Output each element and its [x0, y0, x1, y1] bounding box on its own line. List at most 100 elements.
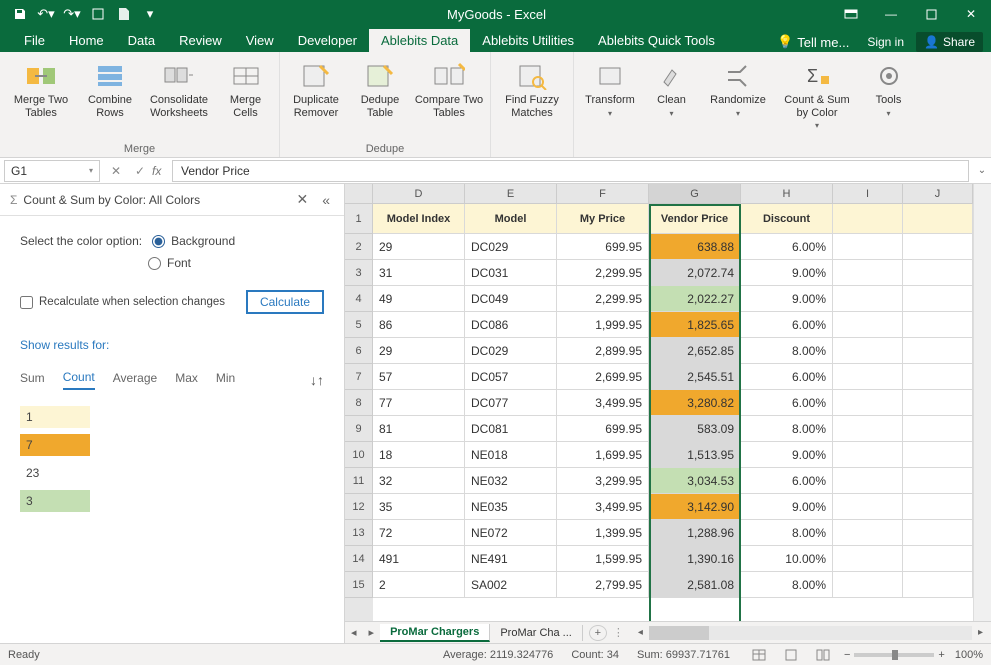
cell[interactable]: 2,699.95 — [557, 364, 649, 390]
cell[interactable]: 86 — [373, 312, 465, 338]
cell[interactable]: 32 — [373, 468, 465, 494]
cell[interactable]: DC081 — [465, 416, 557, 442]
cell[interactable] — [833, 416, 903, 442]
cell[interactable] — [833, 234, 903, 260]
zoom-level[interactable]: 100% — [955, 649, 983, 661]
cell[interactable]: 6.00% — [741, 312, 833, 338]
cell[interactable] — [903, 260, 973, 286]
cancel-formula-icon[interactable]: ✕ — [104, 164, 128, 178]
cell[interactable] — [833, 546, 903, 572]
redo-icon[interactable]: ↷▾ — [60, 2, 84, 26]
stat-max[interactable]: Max — [175, 371, 198, 389]
name-box[interactable]: G1▾ — [4, 160, 100, 182]
cell[interactable]: 29 — [373, 234, 465, 260]
row-header[interactable]: 10 — [345, 442, 373, 468]
scroll-left-icon[interactable]: ◂ — [636, 627, 645, 638]
cell[interactable]: 3,299.95 — [557, 468, 649, 494]
add-sheet-icon[interactable]: + — [589, 625, 607, 641]
cell[interactable] — [833, 572, 903, 598]
ribbon-options-icon[interactable] — [831, 0, 871, 28]
cell[interactable]: 3,499.95 — [557, 494, 649, 520]
cell[interactable]: 9.00% — [741, 286, 833, 312]
result-row[interactable]: 7 — [20, 432, 324, 458]
cell[interactable]: 18 — [373, 442, 465, 468]
clean-button[interactable]: Clean▾ — [644, 56, 699, 153]
option-font[interactable]: Font — [148, 256, 191, 270]
header-cell[interactable]: Vendor Price — [649, 204, 741, 234]
cell[interactable] — [903, 286, 973, 312]
row-header[interactable]: 4 — [345, 286, 373, 312]
sheet-nav-next-icon[interactable]: ▸ — [363, 626, 381, 639]
tab-ablebits-quick-tools[interactable]: Ablebits Quick Tools — [586, 29, 727, 52]
cell[interactable]: 31 — [373, 260, 465, 286]
cell[interactable] — [903, 312, 973, 338]
cell[interactable] — [903, 416, 973, 442]
cell[interactable]: 1,699.95 — [557, 442, 649, 468]
cell[interactable]: 77 — [373, 390, 465, 416]
header-cell[interactable]: Discount — [741, 204, 833, 234]
cell[interactable]: 8.00% — [741, 338, 833, 364]
count-sum-by-color-button[interactable]: ΣCount & Sum by Color▾ — [777, 56, 857, 153]
cell[interactable]: DC031 — [465, 260, 557, 286]
merge-cells-button[interactable]: Merge Cells — [218, 56, 273, 141]
stat-count[interactable]: Count — [63, 370, 95, 390]
row-header[interactable]: 11 — [345, 468, 373, 494]
cell[interactable] — [903, 546, 973, 572]
combine-rows-button[interactable]: Combine Rows — [80, 56, 140, 141]
cell[interactable]: 2,652.85 — [649, 338, 741, 364]
cell[interactable] — [903, 468, 973, 494]
cell[interactable] — [833, 468, 903, 494]
cell[interactable]: 1,390.16 — [649, 546, 741, 572]
formula-input[interactable]: Vendor Price — [172, 160, 969, 182]
cell[interactable] — [833, 204, 903, 234]
zoom-in-icon[interactable]: + — [938, 649, 944, 661]
cell[interactable]: 9.00% — [741, 260, 833, 286]
merge-two-tables-button[interactable]: Merge Two Tables — [6, 56, 76, 141]
tab-ablebits-utilities[interactable]: Ablebits Utilities — [470, 29, 586, 52]
cell[interactable]: 2,581.08 — [649, 572, 741, 598]
fx-icon[interactable]: fx — [152, 164, 172, 178]
cell[interactable] — [903, 572, 973, 598]
cell[interactable] — [833, 260, 903, 286]
compare-two-tables-button[interactable]: Compare Two Tables — [414, 56, 484, 141]
scroll-right-icon[interactable]: ▸ — [976, 627, 985, 638]
cell[interactable]: 2,799.95 — [557, 572, 649, 598]
sheet-tab[interactable]: ProMar Cha ... — [490, 625, 583, 641]
cell[interactable]: 2,072.74 — [649, 260, 741, 286]
cell[interactable]: 6.00% — [741, 364, 833, 390]
cell[interactable]: 6.00% — [741, 390, 833, 416]
cell[interactable]: NE035 — [465, 494, 557, 520]
column-header[interactable]: H — [741, 184, 833, 204]
row-header[interactable]: 6 — [345, 338, 373, 364]
minimize-icon[interactable]: — — [871, 0, 911, 28]
cell[interactable] — [833, 338, 903, 364]
cell[interactable]: 8.00% — [741, 572, 833, 598]
cell[interactable] — [833, 364, 903, 390]
cell[interactable]: 699.95 — [557, 416, 649, 442]
cell[interactable]: 1,999.95 — [557, 312, 649, 338]
row-header[interactable]: 8 — [345, 390, 373, 416]
dedupe-table-button[interactable]: Dedupe Table — [350, 56, 410, 141]
row-header[interactable]: 12 — [345, 494, 373, 520]
tab-ablebits-data[interactable]: Ablebits Data — [369, 29, 470, 52]
zoom-out-icon[interactable]: − — [844, 649, 850, 661]
cell[interactable]: 81 — [373, 416, 465, 442]
row-header[interactable]: 2 — [345, 234, 373, 260]
transform-button[interactable]: Transform▾ — [580, 56, 640, 153]
cell[interactable]: DC057 — [465, 364, 557, 390]
result-row[interactable]: 23 — [20, 460, 324, 486]
cell[interactable]: NE072 — [465, 520, 557, 546]
row-header[interactable]: 5 — [345, 312, 373, 338]
tab-file[interactable]: File — [12, 29, 57, 52]
cell[interactable]: 10.00% — [741, 546, 833, 572]
pane-collapse-icon[interactable]: « — [318, 192, 334, 208]
cell[interactable]: 2 — [373, 572, 465, 598]
option-background[interactable]: Background — [152, 234, 235, 248]
column-header[interactable]: F — [557, 184, 649, 204]
cell[interactable] — [833, 312, 903, 338]
consolidate-worksheets-button[interactable]: Consolidate Worksheets — [144, 56, 214, 141]
cell[interactable] — [833, 442, 903, 468]
row-header[interactable]: 3 — [345, 260, 373, 286]
cell[interactable] — [833, 286, 903, 312]
view-page-break-icon[interactable] — [812, 649, 834, 661]
